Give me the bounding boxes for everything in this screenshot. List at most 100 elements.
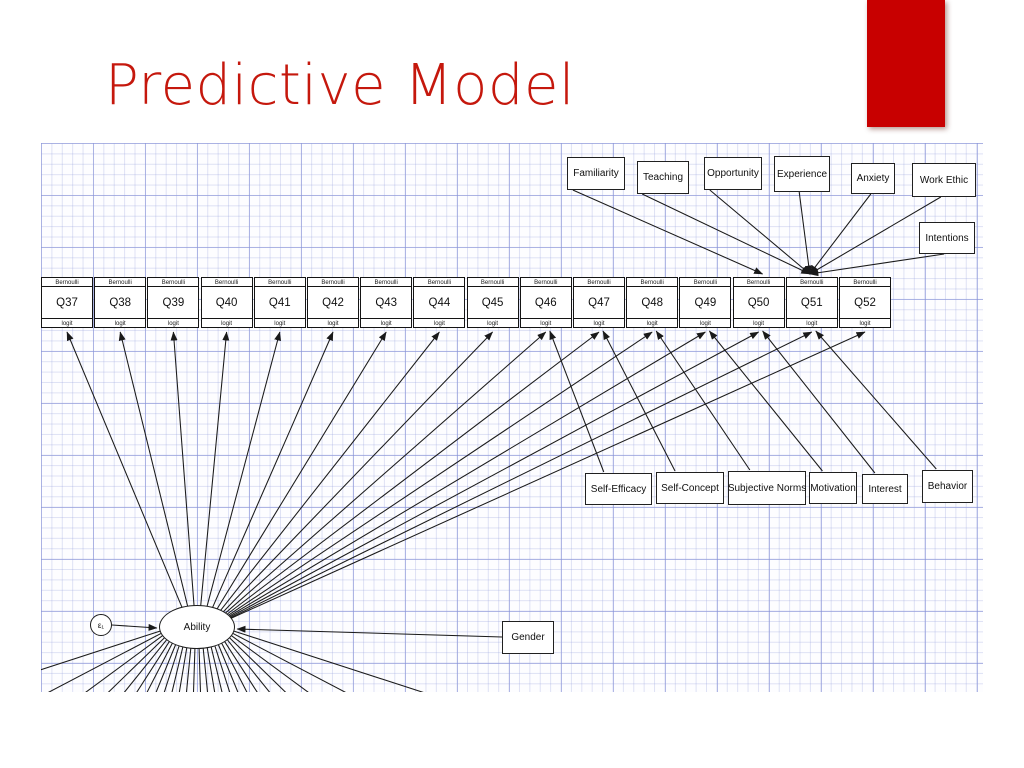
- observed-distribution-label: Bernoulli: [467, 278, 518, 287]
- page-title: Predictive Model: [105, 53, 575, 118]
- edge-ability-fan-16: [171, 647, 184, 692]
- observed-variable-label: Q41: [268, 296, 291, 309]
- predictor-node-interest[interactable]: Interest: [862, 474, 908, 504]
- predictor-label: Teaching: [642, 172, 684, 183]
- observed-distribution-label: Bernoulli: [520, 278, 571, 287]
- observed-variable-label: Q44: [428, 296, 451, 309]
- edge-ability-fan-7: [218, 644, 239, 692]
- edge-ability-to-observed-1: [118, 331, 189, 607]
- observed-link-label: logit: [201, 318, 252, 327]
- observed-node-q49[interactable]: Bernoulli Q49 logit: [679, 277, 732, 328]
- observed-node-q40[interactable]: Bernoulli Q40 logit: [200, 277, 253, 328]
- predictor-label: Behavior: [927, 481, 968, 492]
- edge-ability-fan-24: [48, 632, 162, 692]
- edge-bottom-predictor-5: [815, 330, 937, 470]
- predictor-node-behavior[interactable]: Behavior: [922, 470, 973, 503]
- edge-ability-to-observed-0: [66, 331, 183, 608]
- edge-ability-to-observed-14: [230, 331, 813, 619]
- observed-link-label: logit: [254, 318, 305, 327]
- observed-variable-label: Q49: [694, 296, 717, 309]
- observed-link-label: logit: [361, 318, 412, 327]
- observed-link-label: logit: [627, 318, 678, 327]
- observed-variable-label: Q48: [641, 296, 664, 309]
- observed-node-q51[interactable]: Bernoulli Q51 logit: [785, 277, 838, 328]
- predictor-label: Intentions: [925, 232, 969, 244]
- edge-ability-fan-25: [41, 630, 161, 671]
- edge-top-predictor-4: [809, 193, 872, 275]
- edge-ability-fan-6: [221, 643, 248, 692]
- predictor-node-self-concept[interactable]: Self-Concept: [656, 472, 724, 504]
- observed-distribution-label: Bernoulli: [680, 278, 731, 287]
- predictor-node-work-ethic[interactable]: Work Ethic: [912, 163, 976, 197]
- observed-node-q37[interactable]: Bernoulli Q37 logit: [41, 277, 93, 328]
- observed-node-q41[interactable]: Bernoulli Q41 logit: [253, 277, 306, 328]
- latent-ability-label: Ability: [183, 621, 211, 633]
- observed-node-q52[interactable]: Bernoulli Q52 logit: [839, 277, 891, 328]
- edge-top-predictor-1: [641, 193, 811, 275]
- edge-bottom-predictor-0: [549, 330, 605, 473]
- edge-ability-fan-0: [233, 630, 424, 692]
- edge-ability-to-observed-7: [220, 331, 440, 611]
- observed-node-q46[interactable]: Bernoulli Q46 logit: [519, 277, 572, 328]
- observed-distribution-label: Bernoulli: [786, 278, 837, 287]
- observed-distribution-label: Bernoulli: [95, 278, 146, 287]
- gender-node[interactable]: Gender: [502, 621, 554, 654]
- edge-ability-to-observed-3: [200, 331, 230, 606]
- observed-node-q45[interactable]: Bernoulli Q45 logit: [466, 277, 519, 328]
- predictor-node-teaching[interactable]: Teaching: [637, 161, 689, 194]
- observed-link-label: logit: [786, 318, 837, 327]
- observed-variable-label: Q38: [109, 296, 132, 309]
- slide-canvas: Predictive Model ε₁ Ability Gender Berno…: [0, 0, 1024, 768]
- edge-ability-to-observed-8: [222, 331, 493, 613]
- predictor-label: Subjective Norms: [727, 482, 807, 494]
- predictor-node-motivation[interactable]: Motivation: [809, 472, 857, 504]
- predictor-node-familiarity[interactable]: Familiarity: [567, 157, 625, 190]
- latent-ability-node[interactable]: Ability: [159, 605, 235, 649]
- accent-block: [867, 0, 945, 127]
- observed-node-q48[interactable]: Bernoulli Q48 logit: [626, 277, 679, 328]
- observed-node-q47[interactable]: Bernoulli Q47 logit: [573, 277, 625, 328]
- edge-top-predictor-0: [572, 189, 764, 275]
- observed-node-q43[interactable]: Bernoulli Q43 logit: [360, 277, 413, 328]
- edge-ability-fan-18: [155, 644, 176, 692]
- observed-distribution-label: Bernoulli: [840, 278, 890, 287]
- predictor-node-experience[interactable]: Experience: [774, 156, 830, 192]
- edge-ability-to-observed-9: [225, 331, 547, 614]
- predictor-label: Self-Concept: [661, 482, 719, 494]
- predictor-node-anxiety[interactable]: Anxiety: [851, 163, 895, 194]
- observed-node-q39[interactable]: Bernoulli Q39 logit: [147, 277, 200, 328]
- edge-ability-to-observed-6: [216, 331, 387, 610]
- predictor-node-subjective-norms[interactable]: Subjective Norms: [728, 471, 806, 505]
- observed-node-q44[interactable]: Bernoulli Q44 logit: [413, 277, 466, 328]
- observed-variable-label: Q45: [481, 296, 504, 309]
- observed-node-q38[interactable]: Bernoulli Q38 logit: [94, 277, 147, 328]
- edge-bottom-predictor-3: [708, 330, 823, 472]
- observed-link-label: logit: [733, 318, 784, 327]
- edge-ability-fan-14: [185, 648, 192, 692]
- edge-ability-to-observed-5: [212, 331, 334, 608]
- observed-variable-label: Q37: [56, 296, 78, 309]
- edge-top-predictor-2: [709, 189, 811, 275]
- observed-link-label: logit: [414, 318, 465, 327]
- observed-distribution-label: Bernoulli: [574, 278, 624, 287]
- edge-ability-fan-4: [226, 639, 271, 692]
- edge-ability-fan-10: [206, 647, 216, 692]
- predictor-node-intentions[interactable]: Intentions: [919, 222, 975, 254]
- observed-node-q42[interactable]: Bernoulli Q42 logit: [307, 277, 359, 328]
- observed-node-q50[interactable]: Bernoulli Q50 logit: [732, 277, 785, 328]
- edge-top-predictor-3: [798, 191, 813, 275]
- edge-top-predictor-6: [809, 253, 945, 277]
- edge-ability-fan-11: [202, 648, 209, 692]
- observed-link-label: logit: [95, 318, 146, 327]
- error-term-label: ε₁: [97, 620, 105, 630]
- predictor-node-self-efficacy[interactable]: Self-Efficacy: [585, 473, 652, 505]
- observed-distribution-label: Bernoulli: [308, 278, 358, 287]
- edge-ability-fan-17: [163, 645, 180, 692]
- observed-distribution-label: Bernoulli: [733, 278, 784, 287]
- gender-label: Gender: [511, 632, 545, 643]
- observed-link-label: logit: [574, 318, 624, 327]
- predictor-node-opportunity[interactable]: Opportunity: [704, 157, 762, 190]
- edge-ability-fan-20: [136, 641, 170, 692]
- edge-ability-fan-8: [214, 645, 231, 692]
- edge-ability-fan-9: [210, 647, 223, 692]
